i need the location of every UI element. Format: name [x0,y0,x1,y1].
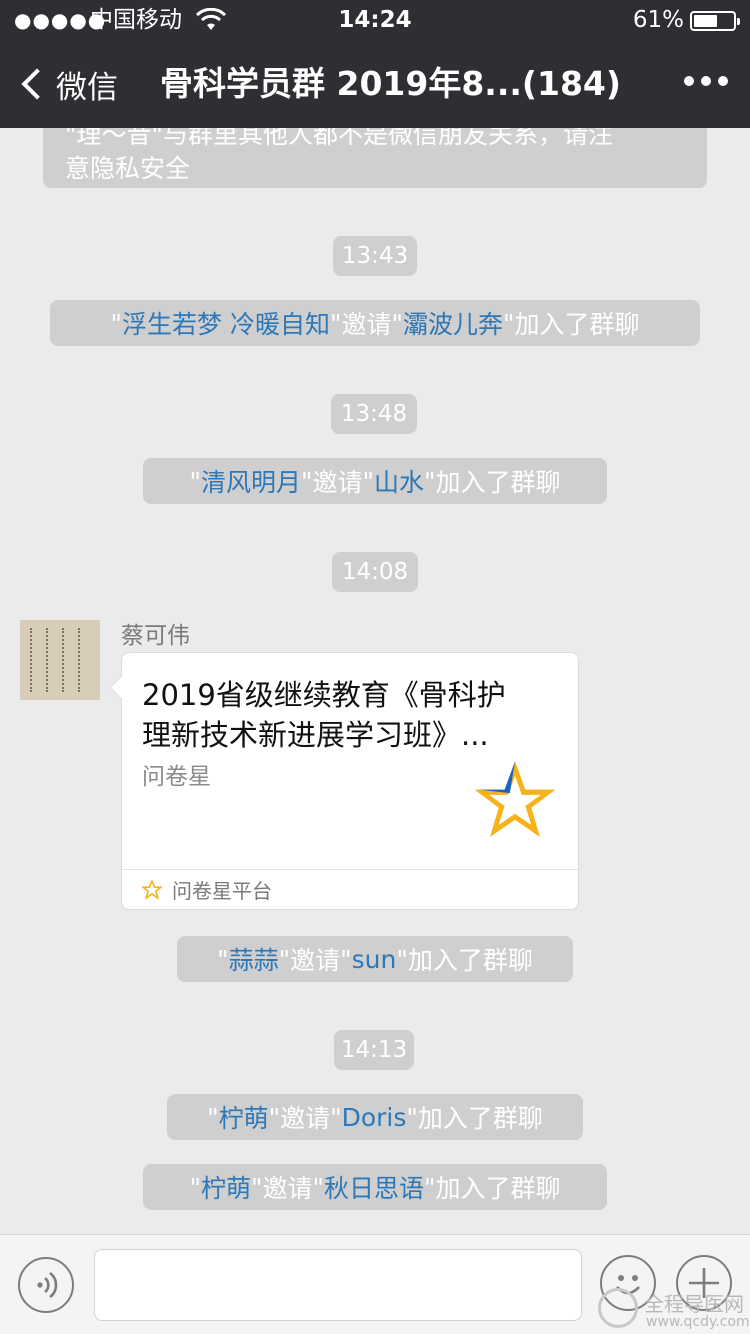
invitee-name[interactable]: Doris [342,1103,407,1132]
calligraphy-column [62,628,74,692]
dot-icon [701,76,711,86]
top-bar: ●●●●● 中国移动 14:24 61% 微信 骨科学员群 2019年8...(… [0,0,750,128]
calligraphy-column [46,628,58,692]
notice-line-1: "理～昔"与群里其他人都不是微信朋友关系，请注 [65,128,613,149]
system-message: " 清风明月 " 邀请 " 山水 " 加入了群聊 [143,458,607,504]
voice-button[interactable] [18,1257,74,1313]
timestamp: 13:43 [333,236,417,276]
battery-icon [690,11,740,31]
card-platform: 问卷星平台 [172,879,272,903]
site-watermark: 全程导医网 www.qcdy.com [594,1284,750,1334]
inviter-name[interactable]: 浮生若梦 冷暖自知 [122,305,330,341]
back-button[interactable]: 微信 [18,40,118,128]
nav-bar: 微信 骨科学员群 2019年8...(184) [0,40,750,128]
chat-area[interactable]: "理～昔"与群里其他人都不是微信朋友关系，请注 意隐私安全 13:43 " 浮生若… [0,128,750,1234]
system-message: " 柠萌 " 邀请 " 秋日思语 " 加入了群聊 [143,1164,607,1210]
inviter-name[interactable]: 清风明月 [201,463,301,499]
inviter-name[interactable]: 蒜蒜 [229,941,279,977]
invitee-name[interactable]: 秋日思语 [324,1169,424,1205]
watermark-url: www.qcdy.com [646,1314,750,1330]
calligraphy-column [78,628,90,692]
timestamp: 14:13 [334,1030,414,1070]
invitee-name[interactable]: 灞波儿奔 [403,305,503,341]
system-message: " 浮生若梦 冷暖自知 " 邀请 " 灞波儿奔 " 加入了群聊 [50,300,700,346]
voice-icon [37,1271,58,1299]
invitee-name[interactable]: 山水 [374,463,424,499]
star-logo-icon [474,761,556,837]
link-card[interactable]: 2019省级继续教育《骨科护 理新技术新进展学习班》... 问卷星 问卷星平台 [121,652,579,910]
star-icon [142,879,162,900]
more-options-button[interactable] [684,76,728,86]
message-input[interactable] [94,1249,582,1321]
dot-icon [684,76,694,86]
card-source: 问卷星 [142,764,211,790]
card-footer: 问卷星平台 [122,869,578,909]
calligraphy-column [30,628,42,692]
status-bar: ●●●●● 中国移动 14:24 61% [0,0,750,40]
inviter-name[interactable]: 柠萌 [201,1169,251,1205]
timestamp: 13:48 [331,394,417,434]
chevron-left-icon [21,68,53,100]
sender-avatar[interactable] [20,620,100,700]
inviter-name[interactable]: 柠萌 [219,1099,269,1135]
sender-name: 蔡可伟 [121,623,190,649]
chat-title: 骨科学员群 2019年8...(184) [160,64,621,103]
card-title: 2019省级继续教育《骨科护 理新技术新进展学习班》... [142,678,506,752]
system-message: " 柠萌 " 邀请 " Doris " 加入了群聊 [167,1094,583,1140]
back-label: 微信 [56,69,118,106]
watermark-logo-icon [598,1288,638,1328]
timestamp: 14:08 [332,552,418,592]
notice-line-2: 意隐私安全 [65,154,191,183]
dot-icon [718,76,728,86]
watermark-name: 全程导医网 [644,1292,744,1316]
privacy-notice: "理～昔"与群里其他人都不是微信朋友关系，请注 意隐私安全 [43,128,707,188]
battery-percent: 61% [632,7,684,33]
invitee-name[interactable]: sun [352,945,397,974]
system-message: " 蒜蒜 " 邀请 " sun " 加入了群聊 [177,936,573,982]
